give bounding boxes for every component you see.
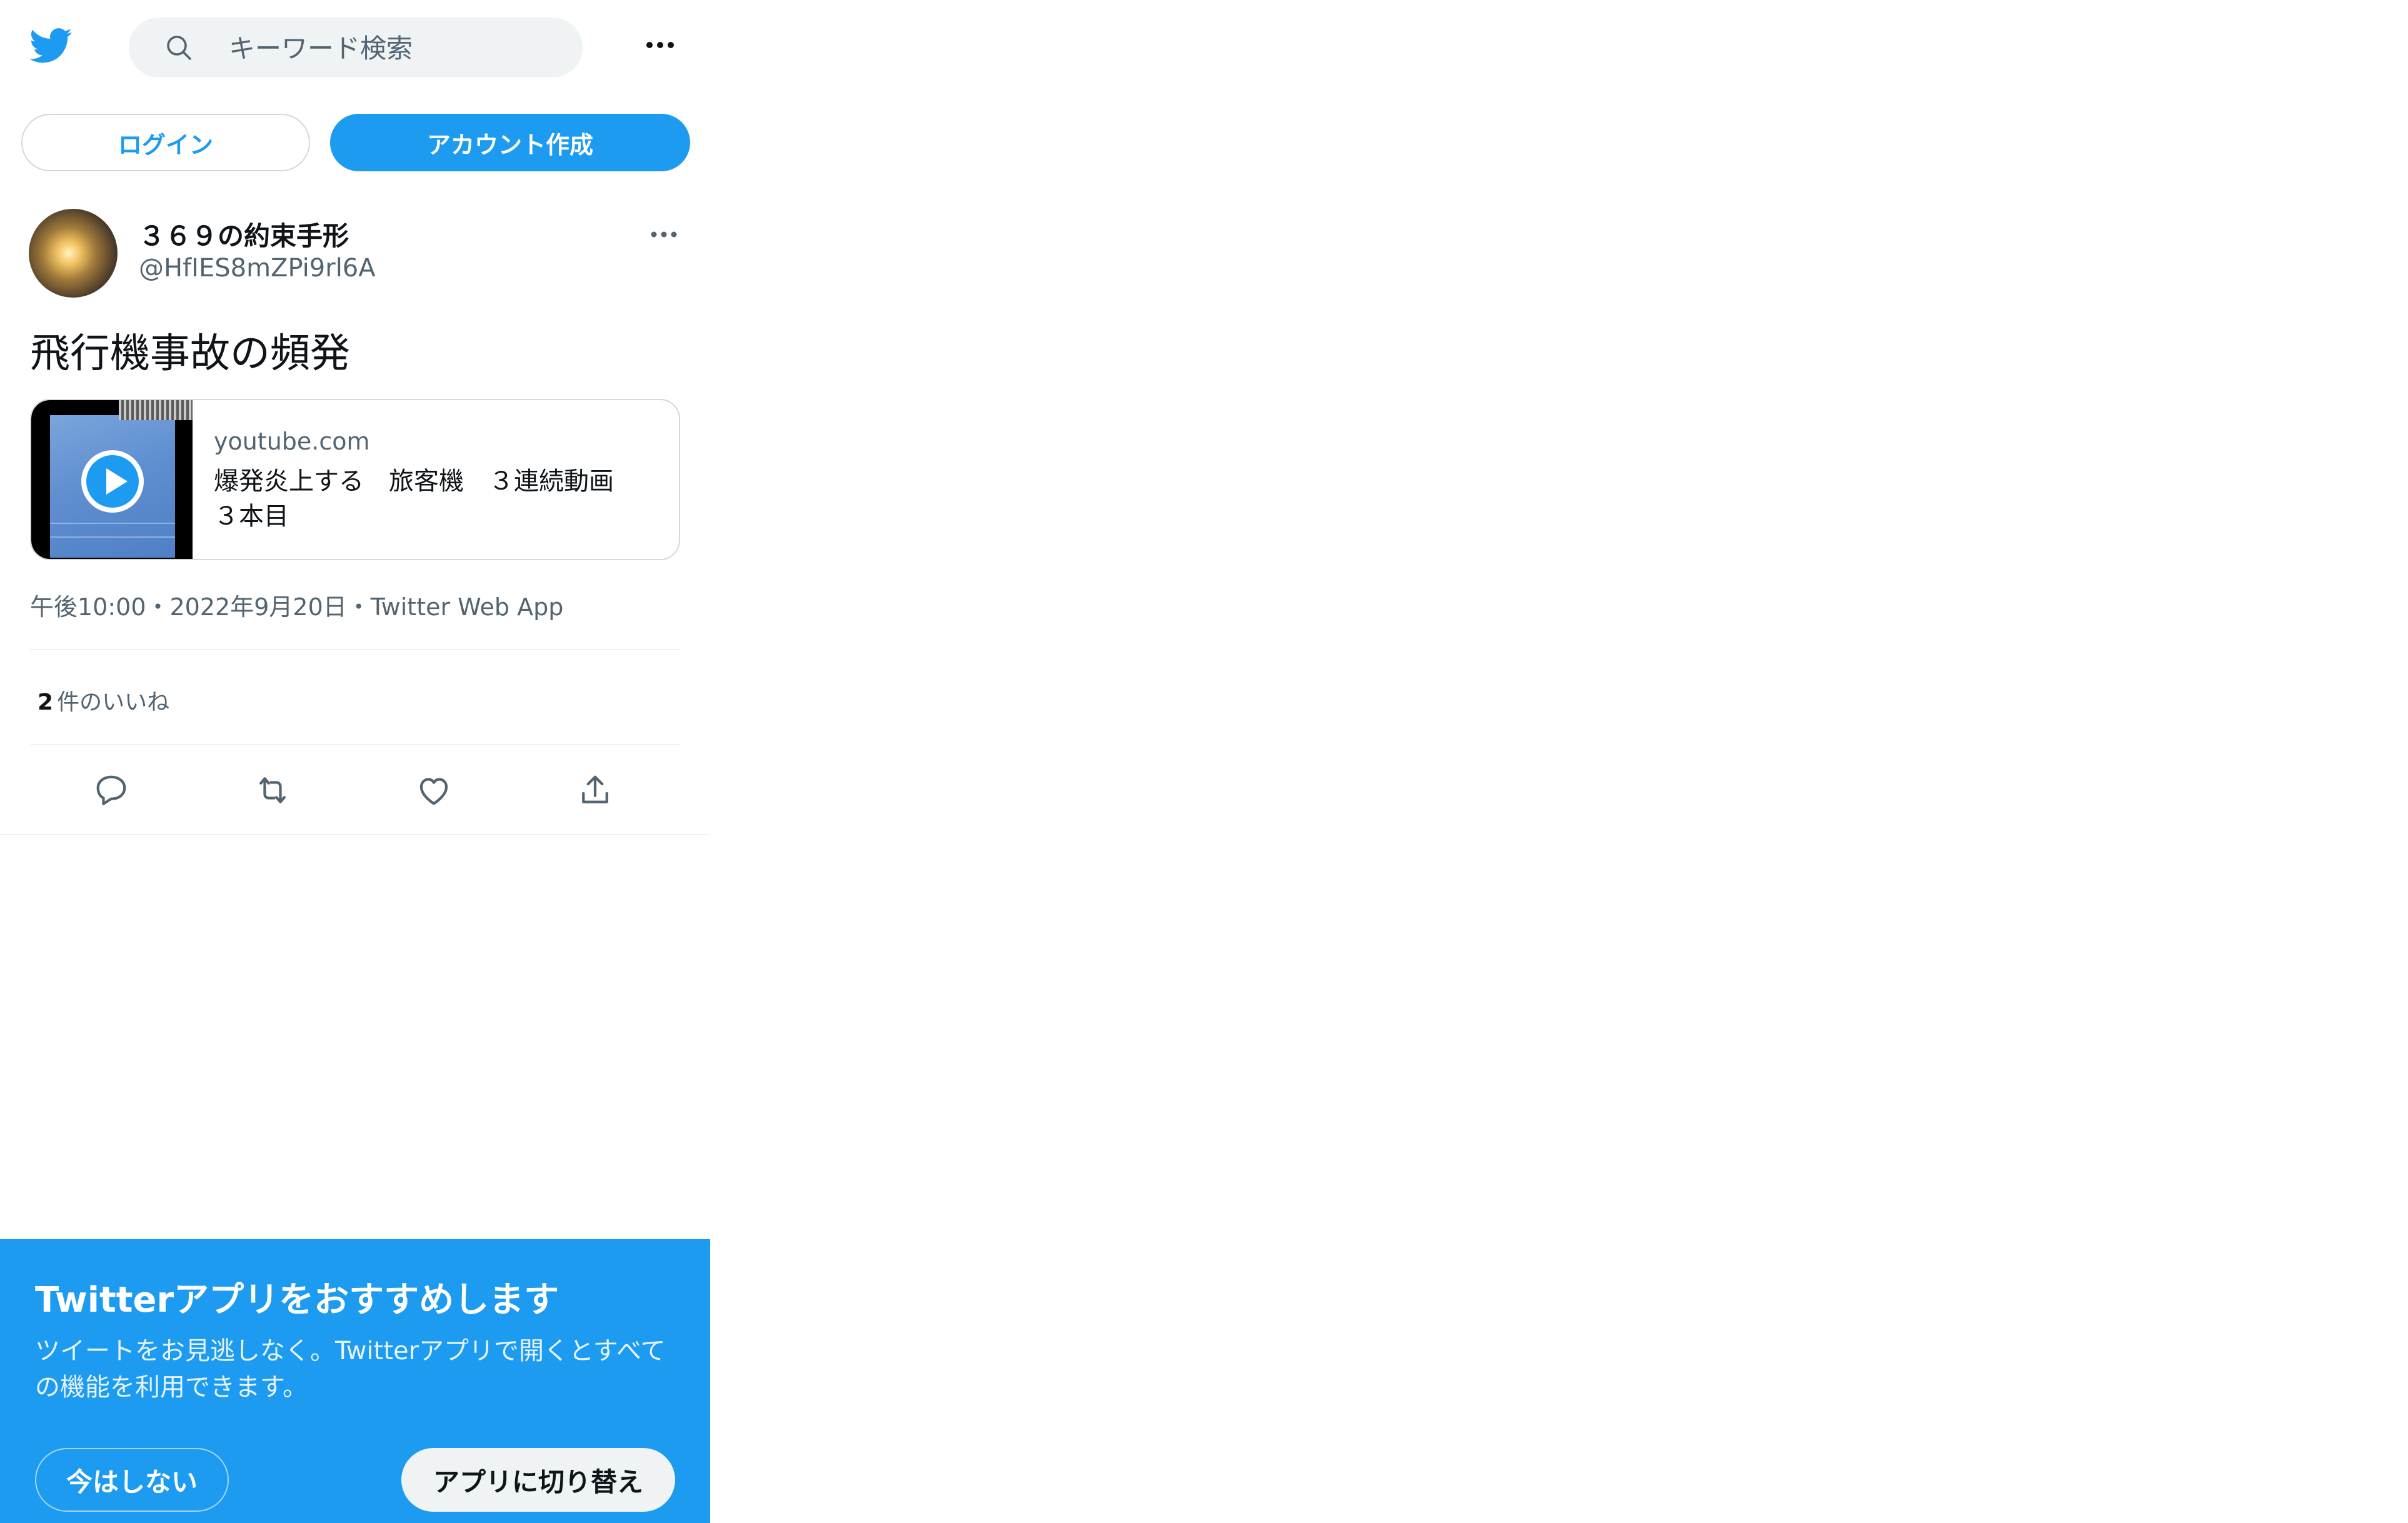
search-icon [167,36,191,60]
card-title: 爆発炎上する 旅客機 ３連続動画 ３本目 [214,467,639,531]
signup-button[interactable]: アカウント作成 [330,114,690,171]
likes-count: 2 [38,690,54,715]
switch-to-app-button[interactable]: アプリに切り替え [401,1448,675,1512]
divider [30,744,680,745]
not-now-button[interactable]: 今はしない [35,1448,229,1512]
divider [30,649,680,650]
app-promo-banner: Twitterアプリをおすすめします ツイートをお見逃しなく。Twitterアプ… [0,1239,710,1523]
display-name[interactable]: ３６９の約束手形 [139,215,349,253]
likes-summary[interactable]: 2 件のいいね [38,684,169,716]
link-card[interactable]: youtube.com 爆発炎上する 旅客機 ３連続動画 ３本目 [30,399,680,560]
tweet-timestamp[interactable]: 午後10:00・2022年9月20日・Twitter Web App [30,588,563,622]
share-icon [582,775,608,803]
reply-icon [96,775,126,805]
login-button[interactable]: ログイン [21,114,310,171]
reply-button[interactable] [93,772,130,809]
like-icon [419,778,448,805]
thumbnail-line [50,523,175,524]
likes-label: 件のいいね [57,690,170,715]
twitter-bird-icon[interactable] [28,24,75,66]
thumbnail-detail [119,400,193,420]
retweet-button[interactable] [254,772,291,809]
video-thumbnail[interactable] [31,400,193,559]
retweet-icon [259,777,286,803]
avatar[interactable] [29,209,118,298]
card-domain: youtube.com [214,428,370,455]
like-button[interactable] [415,772,453,809]
search-input[interactable] [228,18,568,79]
play-icon[interactable] [79,448,146,515]
promo-description: ツイートをお見逃しなく。Twitterアプリで開くとすべての機能を利用できます。 [35,1337,666,1402]
tweet-more-icon[interactable] [650,230,678,239]
share-button[interactable] [576,772,614,809]
tweet-text: 飛行機事故の頻発 [30,331,350,377]
search-box[interactable] [129,18,583,79]
promo-title: Twitterアプリをおすすめします [35,1280,559,1320]
user-handle[interactable]: @HfIES8mZPi9rl6A [139,254,376,283]
tweet-page: ログイン アカウント作成 ３６９の約束手形 @HfIES8mZPi9rl6A 飛… [0,0,710,1523]
more-horizontal-icon[interactable] [645,40,675,50]
thumbnail-line [50,536,175,538]
divider [0,834,710,835]
